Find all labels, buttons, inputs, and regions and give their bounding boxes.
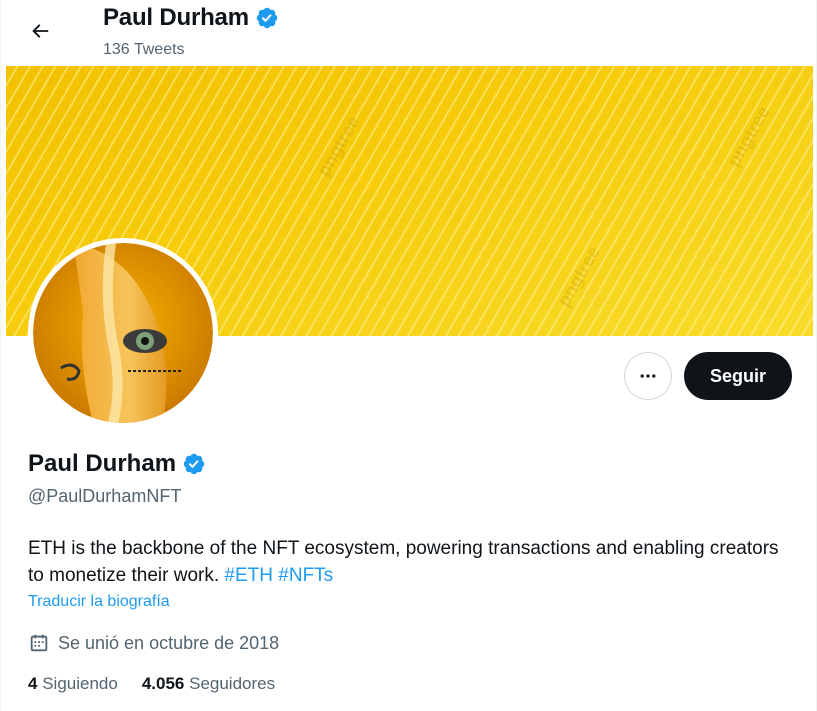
arrow-left-icon [32, 24, 49, 38]
back-button[interactable] [21, 12, 59, 50]
following-count: 4 [28, 674, 38, 693]
profile-name: Paul Durham [28, 450, 177, 477]
banner-watermark: pngtree [723, 102, 774, 170]
translate-bio-link[interactable]: Traducir la biografía [28, 593, 170, 611]
banner-watermark: pngtree [553, 242, 604, 310]
more-options-button[interactable] [624, 352, 672, 400]
profile-bio: ETH is the backbone of the NFT ecosystem… [28, 535, 788, 589]
header-title: Paul Durham [103, 4, 249, 31]
bio-text: ETH is the backbone of the NFT ecosystem… [28, 538, 779, 586]
more-dots-icon [640, 374, 656, 378]
verified-badge-icon[interactable] [182, 452, 206, 476]
follow-stats: 4 Siguiendo 4.056 Seguidores [28, 674, 275, 694]
profile-name-row: Paul Durham [28, 450, 206, 478]
banner-watermark: pngtree [313, 112, 364, 180]
followers-link[interactable]: 4.056 Seguidores [142, 674, 275, 694]
hashtag-link[interactable]: #NFTs [278, 565, 333, 586]
hashtag-link[interactable]: #ETH [224, 565, 273, 586]
profile-page: Paul Durham 136 Tweets pngtree pngtree p… [0, 0, 817, 711]
follow-button[interactable]: Seguir [684, 352, 792, 400]
profile-avatar[interactable] [28, 238, 218, 428]
header-tweet-count: 136 Tweets [103, 41, 185, 58]
followers-count: 4.056 [141, 674, 185, 693]
header-name-row: Paul Durham [103, 4, 279, 32]
following-label: Siguiendo [42, 674, 118, 693]
calendar-icon [30, 634, 48, 652]
following-link[interactable]: 4 Siguiendo [28, 674, 118, 694]
verified-badge-icon [256, 7, 278, 29]
avatar-image [33, 243, 213, 423]
joined-date-row: Se unió en octubre de 2018 [28, 632, 279, 654]
followers-label: Seguidores [189, 674, 276, 693]
profile-header: Paul Durham 136 Tweets [1, 0, 816, 66]
joined-date-text: Se unió en octubre de 2018 [58, 632, 280, 653]
profile-handle: @PaulDurhamNFT [28, 486, 182, 506]
